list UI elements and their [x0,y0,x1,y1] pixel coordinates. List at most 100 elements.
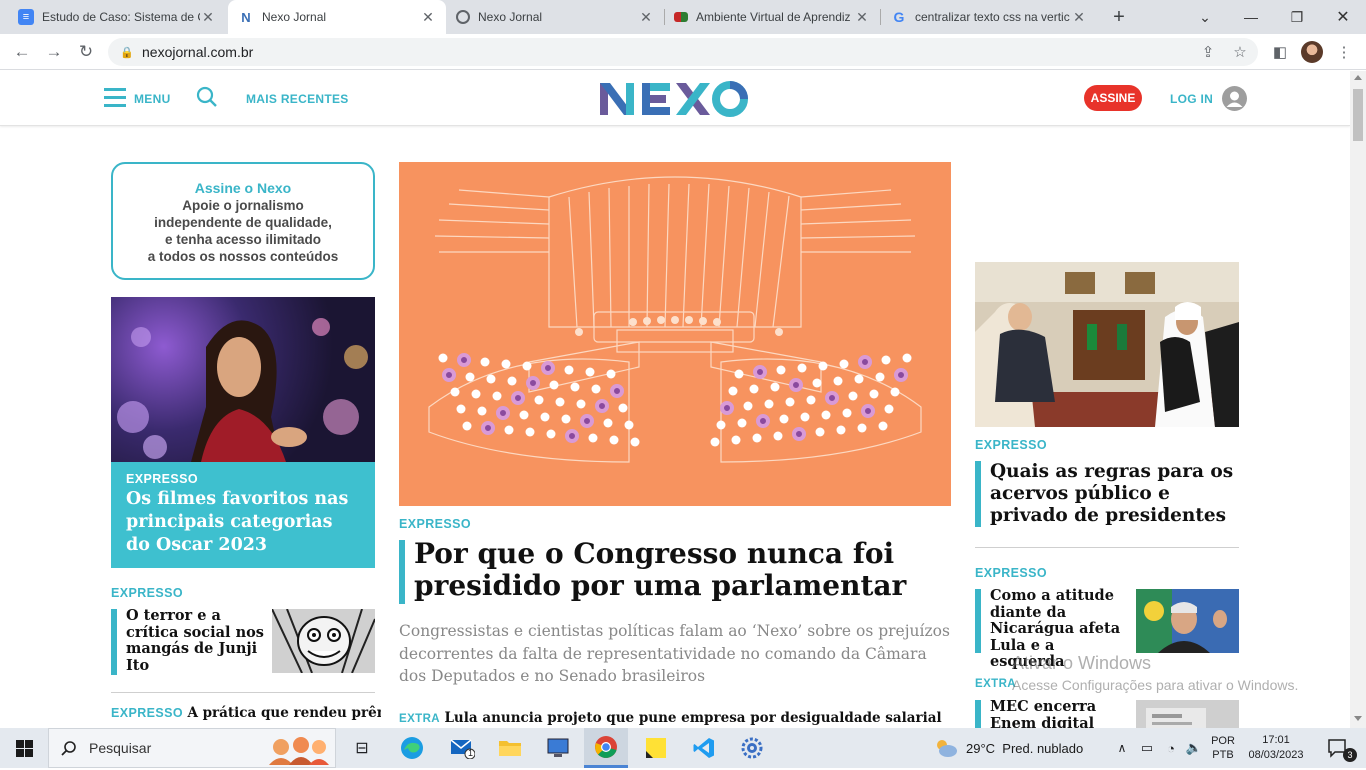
divider [111,692,375,693]
settings-gear-icon[interactable] [730,728,774,768]
mail-badge: 1 [468,748,474,758]
taskbar-search-box[interactable]: Pesquisar [48,728,336,768]
notification-count-badge: 3 [1343,748,1357,762]
profile-avatar[interactable] [1298,38,1326,66]
sticky-notes-icon[interactable] [634,728,678,768]
story-headline: A prática que rendeu prêmio de turismo s… [187,705,381,721]
language-indicator[interactable]: POR PTB [1208,728,1238,768]
mail-icon[interactable]: 1 [440,728,484,768]
tab-nexo-jornal[interactable]: Nexo Jornal ✕ [446,0,664,34]
tab-nexo-jornal-active[interactable]: N Nexo Jornal ✕ [228,0,446,34]
story-kicker: EXTRA [975,678,1016,690]
notifications-icon[interactable]: 3 [1318,728,1358,768]
share-icon[interactable]: ⇪ [1194,38,1222,66]
wifi-icon[interactable]: ◔ [1160,728,1182,768]
subscribe-button[interactable]: ASSINE [1084,85,1142,111]
chrome-taskbar-icon[interactable] [584,728,628,768]
forward-arrow-icon[interactable]: → [40,38,68,66]
clock-date: 08/03/2023 [1248,749,1304,761]
recent-link[interactable]: MAIS RECENTES [246,92,349,106]
enem-headline[interactable]: MEC encerra Enem digital [990,698,1132,728]
tab-google-search[interactable]: G centralizar texto css na vertic ✕ [881,0,1097,34]
nexo-icon: N [241,9,251,25]
enem-thumbnail[interactable] [1136,700,1239,728]
language-code: POR [1211,735,1235,747]
restore-icon[interactable]: ❐ [1274,0,1320,34]
scroll-up-arrow-icon[interactable] [1354,75,1362,80]
tab-title: centralizar texto css na vertic [915,10,1070,24]
subscription-promo-box[interactable]: Assine o Nexo Apoie o jornalismo indepen… [111,162,375,280]
search-icon [61,741,76,756]
tab-title: Ambiente Virtual de Aprendiz [696,10,851,24]
address-bar[interactable]: 🔒 nexojornal.com.br [108,38,1258,66]
nexo-logo[interactable] [598,79,750,119]
presidents-meeting-photo[interactable] [975,262,1239,427]
keyboard-layout: PTB [1212,749,1234,761]
minimize-icon[interactable]: — [1228,0,1274,34]
new-tab-plus-icon[interactable]: + [1108,6,1130,28]
scrollbar-thumb[interactable] [1353,89,1363,141]
junji-ito-thumbnail[interactable] [272,609,375,673]
story-kicker: EXPRESSO [111,706,183,720]
tab-search-chevron-icon[interactable]: ⌄ [1182,0,1228,34]
hero-summary: Congressistas e cientistas políticas fal… [399,622,950,685]
lula-thumbnail[interactable] [1136,589,1239,653]
story-accent-bar [975,700,981,728]
presidential-archives-headline[interactable]: Quais as regras para os acervos público … [990,461,1250,527]
bookmark-star-icon[interactable]: ☆ [1226,38,1254,66]
tab-ambiente-virtual[interactable]: Ambiente Virtual de Aprendiz ✕ [664,0,880,34]
close-icon[interactable]: ✕ [1071,9,1087,26]
show-hidden-icons-chevron-icon[interactable]: ∧ [1112,728,1132,768]
vscode-icon[interactable] [682,728,726,768]
tab-strip: ≡ Estudo de Caso: Sistema de C ✕ N Nexo … [0,0,1366,34]
page-content: MENU MAIS RECENTES ASSINE LOG IN Assine … [0,71,1350,728]
oscar-feature-image[interactable] [111,297,375,462]
battery-icon[interactable]: ▭ [1136,728,1158,768]
kebab-menu-icon[interactable]: ⋮ [1330,38,1358,66]
menu-link[interactable]: MENU [134,92,171,106]
browser-toolbar: ← → ↻ 🔒 nexojornal.com.br ⇪ ☆ ◧ ⋮ [0,34,1366,70]
search-placeholder: Pesquisar [89,740,152,756]
feature-kicker: EXPRESSO [126,472,198,486]
scroll-down-arrow-icon[interactable] [1354,716,1362,721]
hero-headline[interactable]: Por que o Congresso nunca foi presidido … [414,538,954,602]
hamburger-icon[interactable] [104,88,126,108]
close-icon[interactable]: ✕ [420,9,436,26]
divider [975,547,1239,548]
sustainable-tourism-story[interactable]: EXPRESSO A prática que rendeu prêmio de … [111,704,381,728]
file-explorer-icon[interactable] [488,728,532,768]
page-scrollbar[interactable] [1350,71,1366,728]
remote-desktop-icon[interactable] [536,728,580,768]
google-icon: G [893,9,905,25]
task-view-icon[interactable]: ⊟ [344,728,380,768]
tab-title: Estudo de Caso: Sistema de C [42,10,200,24]
clock[interactable]: 17:01 08/03/2023 [1244,728,1308,768]
oscar-feature-card[interactable]: EXPRESSO Os filmes favoritos nas princip… [111,462,375,568]
close-window-icon[interactable]: ✕ [1320,0,1366,34]
close-icon[interactable]: ✕ [854,9,870,26]
story-accent-bar [111,609,117,675]
search-icon[interactable] [196,86,218,108]
weather-text[interactable]: 29°C Pred. nublado [966,728,1083,768]
volume-icon[interactable]: 🔈 [1183,728,1205,768]
weather-cloud-icon[interactable] [932,728,960,768]
reload-icon[interactable]: ↻ [72,38,100,66]
close-icon[interactable]: ✕ [638,9,654,26]
windows-start-icon[interactable] [0,728,48,768]
site-header: MENU MAIS RECENTES ASSINE LOG IN [0,71,1350,126]
junji-ito-headline[interactable]: O terror e a crítica social nos mangás d… [126,607,270,674]
edge-browser-icon[interactable] [390,728,434,768]
story-accent-bar [975,589,981,653]
docs-icon: ≡ [18,9,34,25]
user-avatar-icon[interactable] [1222,86,1247,111]
hero-accent-bar [399,540,405,604]
close-icon[interactable]: ✕ [200,9,216,26]
side-panel-icon[interactable]: ◧ [1266,38,1294,66]
back-arrow-icon[interactable]: ← [8,38,36,66]
tab-estudo-de-caso[interactable]: ≡ Estudo de Caso: Sistema de C ✕ [8,0,226,34]
login-link[interactable]: LOG IN [1170,92,1213,106]
lock-icon: 🔒 [120,47,134,59]
lula-salary-story[interactable]: EXTRA Lula anuncia projeto que pune empr… [399,709,959,728]
congress-hero-illustration[interactable] [399,162,951,506]
tab-title: Nexo Jornal [262,10,327,24]
